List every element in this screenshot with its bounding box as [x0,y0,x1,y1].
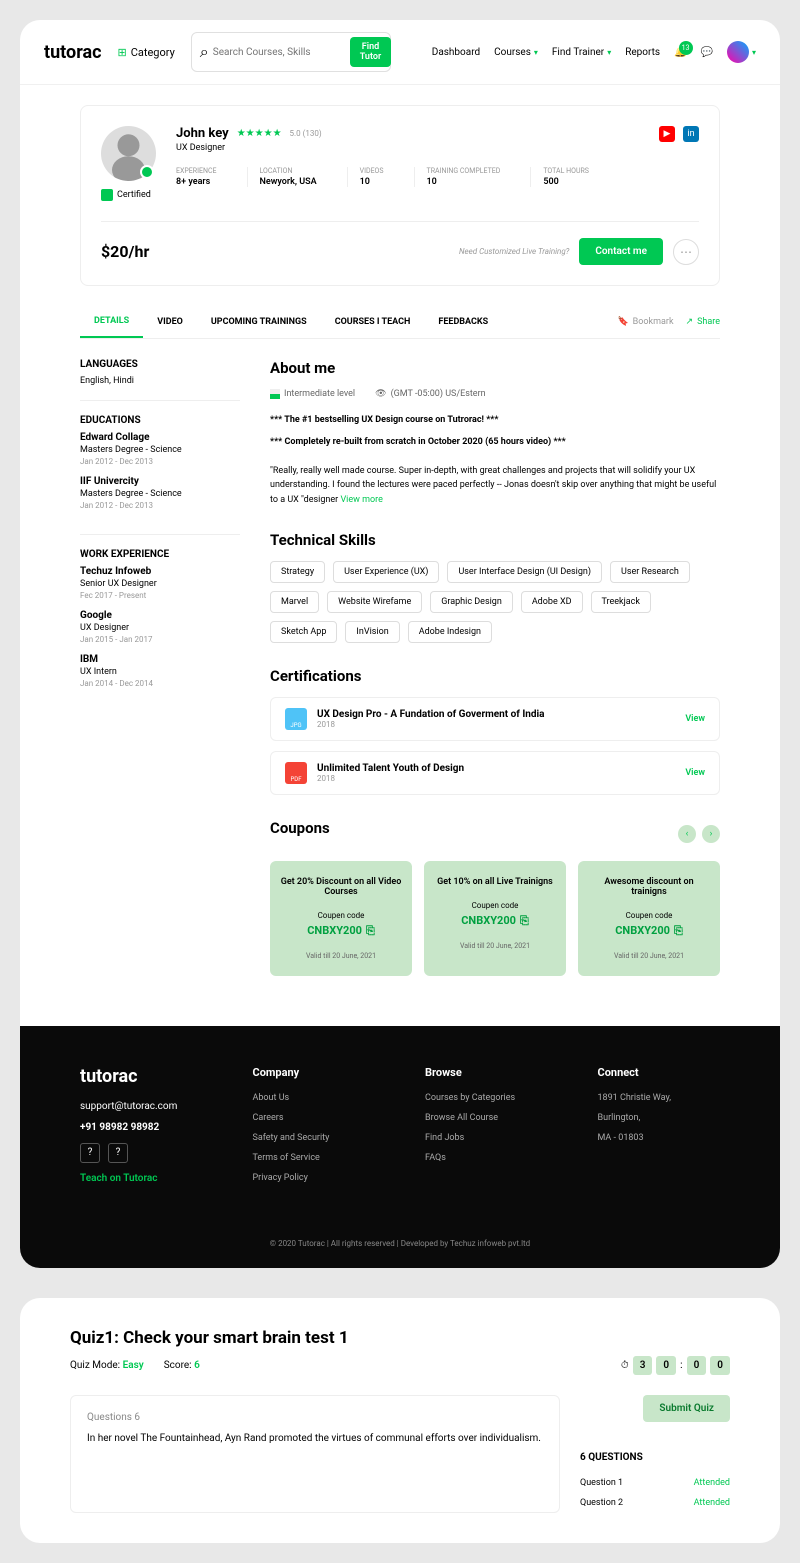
cert-item: JPG UX Design Pro - A Fundation of Gover… [270,697,720,741]
rating-text: 5.0 (130) [290,129,322,138]
tabs: DETAILS VIDEO UPCOMING TRAININGS COURSES… [80,306,720,339]
submit-quiz-button[interactable]: Submit Quiz [643,1395,730,1422]
quiz-title: Quiz1: Check your smart brain test 1 [70,1328,730,1348]
quiz-card: Quiz1: Check your smart brain test 1 Qui… [20,1298,780,1543]
chat-icon[interactable]: 💬 [701,47,713,58]
footer-link[interactable]: Courses by Categories [425,1093,548,1103]
teach-link[interactable]: Teach on Tutorac [80,1173,203,1184]
main-content: About me Intermediate level 👁 (GMT -05:0… [270,359,720,976]
languages-title: LANGUAGES [80,359,240,370]
skill-tag: User Research [610,561,690,583]
footer-link[interactable]: Browse All Course [425,1113,548,1123]
footer: tutorac support@tutorac.com +91 98982 98… [20,1026,780,1268]
cert-view-link[interactable]: View [685,714,705,724]
skills-title: Technical Skills [270,531,720,549]
nav-dashboard[interactable]: Dashboard [432,47,480,58]
timer: ⏱ 3 0 : 0 0 [621,1356,730,1375]
skill-tag: User Experience (UX) [333,561,439,583]
user-menu[interactable]: ▾ [727,41,756,63]
question-nav-item[interactable]: Question 2Attended [580,1493,730,1513]
skill-tag: Website Wirefame [327,591,422,613]
cert-view-link[interactable]: View [685,768,705,778]
bookmark-button[interactable]: 🔖 Bookmark [617,317,673,327]
certified-badge: Certified [101,189,156,201]
jpg-icon: JPG [285,708,307,730]
copy-icon[interactable]: ⎘ [366,924,375,938]
view-more-link[interactable]: View more [340,495,382,505]
question-count: 6 QUESTIONS [580,1442,730,1463]
nav-reports[interactable]: Reports [625,47,660,58]
skill-tag: Sketch App [270,621,337,643]
profile-card: Certified John key ★★★★★ 5.0 (130) UX De… [80,105,720,286]
search-box: ⌕ Find Tutor [191,32,391,72]
skill-tag: Graphic Design [430,591,513,613]
skill-tag: Treekjack [591,591,651,613]
certs-title: Certifications [270,667,720,685]
youtube-icon[interactable]: ▶ [659,126,675,142]
footer-link[interactable]: About Us [253,1093,376,1103]
coupon-prev-button[interactable]: ‹ [678,825,696,843]
star-rating: ★★★★★ [237,128,282,139]
about-title: About me [270,359,720,377]
more-button[interactable]: ⋯ [673,239,699,265]
tab-video[interactable]: VIDEO [143,307,197,337]
cert-item: PDF Unlimited Talent Youth of Design2018… [270,751,720,795]
coupon-card: Get 10% on all Live Trainigns Coupen cod… [424,861,566,976]
level-icon [270,389,280,399]
nav-find-trainer[interactable]: Find Trainer▾ [552,47,611,58]
share-button[interactable]: ↗ Share [686,317,720,327]
linkedin-icon[interactable]: in [683,126,699,142]
footer-link[interactable]: Terms of Service [253,1153,376,1163]
find-tutor-button[interactable]: Find Tutor [350,37,391,67]
coupon-card: Awesome discount on trainigns Coupen cod… [578,861,720,976]
bell-icon[interactable]: 🔔13 [674,47,686,58]
footer-link[interactable]: Safety and Security [253,1133,376,1143]
skill-tag: Strategy [270,561,325,583]
tab-upcoming[interactable]: UPCOMING TRAININGS [197,307,321,337]
header: tutorac ⊞ Category ⌕ Find Tutor Dashboar… [20,20,780,85]
profile-name: John key [176,126,229,141]
tab-courses[interactable]: COURSES I TEACH [321,307,425,337]
search-input[interactable] [209,43,350,62]
shield-icon [101,189,113,201]
footer-link[interactable]: Privacy Policy [253,1173,376,1183]
copy-icon[interactable]: ⎘ [520,914,529,928]
copy-icon[interactable]: ⎘ [674,924,683,938]
category-button[interactable]: ⊞ Category [118,46,175,59]
skill-tag: Marvel [270,591,319,613]
skill-tag: User Interface Design (UI Design) [447,561,602,583]
custom-training-text: Need Customized Live Training? [459,247,569,256]
nav-courses[interactable]: Courses▾ [494,47,538,58]
avatar [727,41,749,63]
educations-title: EDUCATIONS [80,415,240,426]
logo: tutorac [44,42,102,63]
tab-feedbacks[interactable]: FEEDBACKS [424,307,502,337]
skill-tag: Adobe Indesign [408,621,492,643]
coupon-next-button[interactable]: › [702,825,720,843]
footer-logo: tutorac [80,1066,203,1087]
contact-button[interactable]: Contact me [579,238,663,265]
footer-link[interactable]: Find Jobs [425,1133,548,1143]
work-title: WORK EXPERIENCE [80,549,240,560]
skill-tag: InVision [345,621,399,643]
search-icon: ⌕ [200,42,209,62]
profile-avatar [101,126,156,181]
skill-tag: Adobe XD [521,591,583,613]
sidebar: LANGUAGES English, Hindi EDUCATIONS Edwa… [80,359,240,976]
tab-details[interactable]: DETAILS [80,306,143,338]
pdf-icon: PDF [285,762,307,784]
profile-role: UX Designer [176,143,639,153]
social-icon[interactable]: ? [80,1143,100,1163]
clock-icon: ⏱ [621,1360,629,1371]
footer-link[interactable]: Careers [253,1113,376,1123]
coupons-title: Coupons [270,819,330,837]
coupon-card: Get 20% Discount on all Video Courses Co… [270,861,412,976]
copyright: © 2020 Tutorac | All rights reserved | D… [80,1223,720,1248]
question-nav-item[interactable]: Question 1Attended [580,1473,730,1493]
question-card: Questions 6 In her novel The Fountainhea… [70,1395,560,1513]
price: $20/hr [101,242,149,261]
footer-link[interactable]: FAQs [425,1153,548,1163]
social-icon[interactable]: ? [108,1143,128,1163]
